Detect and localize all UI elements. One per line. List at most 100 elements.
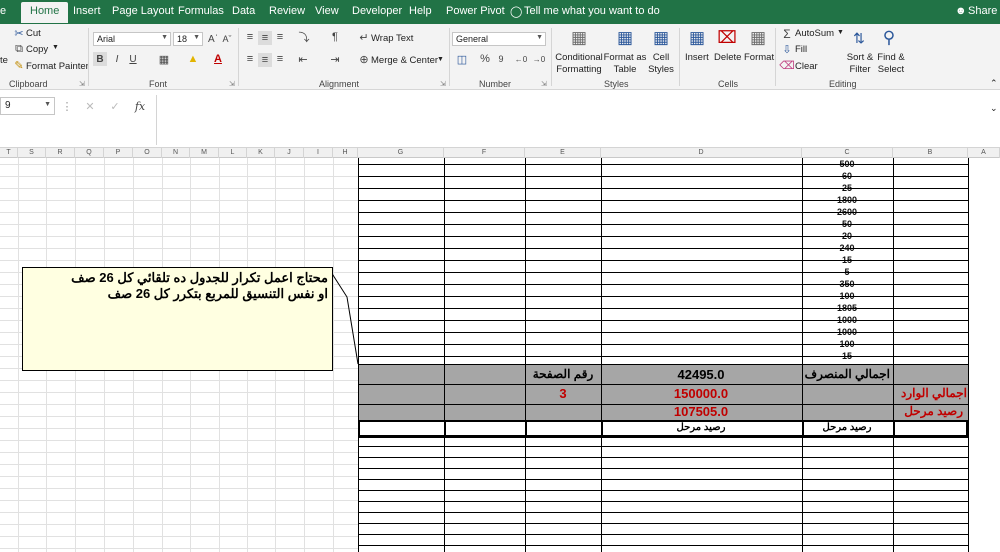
align-middle-icon[interactable]: ≡ [258, 31, 272, 45]
tab-power-pivot[interactable]: Power Pivot [446, 5, 505, 17]
tab-home[interactable]: Home [21, 2, 69, 23]
tab-formulas[interactable]: Formulas [178, 5, 224, 17]
dialog-launcher-icon[interactable]: ⇲ [440, 80, 446, 88]
resize-grip-icon[interactable]: ⋮ [62, 99, 73, 113]
cancel-icon[interactable]: ✕ [84, 99, 96, 113]
column-header-p[interactable]: P [104, 148, 133, 158]
column-header-j[interactable]: J [275, 148, 304, 158]
column-header-h[interactable]: H [333, 148, 358, 158]
formula-bar-area: 9 ▼ ⋮ ✕ ✓ fx ⌄ [0, 90, 1000, 148]
column-header-q[interactable]: Q [75, 148, 104, 158]
font-name-combo[interactable]: Arial ▼ [93, 32, 171, 46]
wrap-text-button[interactable]: Wrap Text [371, 33, 413, 44]
percent-button[interactable]: % [479, 53, 491, 65]
name-box[interactable]: 9 ▼ [0, 97, 55, 115]
borders-icon[interactable]: ▦ [156, 52, 172, 66]
dialog-launcher-icon[interactable]: ⇲ [229, 80, 235, 88]
column-header-b[interactable]: B [893, 148, 968, 158]
carried-balance-row-outline [358, 420, 968, 437]
column-header-d[interactable]: D [601, 148, 802, 158]
tab-insert[interactable]: Insert [73, 5, 101, 17]
number-format-combo[interactable]: General ▼ [452, 32, 546, 46]
font-size-combo[interactable]: 18 ▼ [173, 32, 203, 46]
align-right-icon[interactable]: ≡ [274, 53, 286, 65]
cell-comment-box[interactable]: محتاج اعمل تكرار للجدول ده تلقائي كل 26 … [22, 267, 333, 371]
tab-data[interactable]: Data [232, 5, 255, 17]
column-header-i[interactable]: I [304, 148, 333, 158]
decrease-font-icon[interactable]: Aˇ [221, 32, 233, 46]
increase-indent-icon[interactable]: ⇥ [328, 53, 342, 66]
tab-file[interactable]: e [0, 5, 6, 17]
underline-button[interactable]: U [126, 52, 140, 66]
decrease-indent-icon[interactable]: ⇤ [296, 53, 310, 66]
tab-developer[interactable]: Developer [352, 5, 402, 17]
name-box-value: 9 [5, 100, 11, 111]
insert-function-button[interactable]: fx [133, 99, 147, 113]
format-painter-icon: ✎ [14, 59, 24, 72]
format-cells-button[interactable]: Format [744, 52, 774, 63]
column-header-o[interactable]: O [133, 148, 162, 158]
column-header-a[interactable]: A [968, 148, 1000, 158]
rtl-direction-icon[interactable]: ¶ [328, 31, 342, 43]
chevron-down-icon[interactable]: ▼ [837, 29, 844, 36]
cut-button[interactable]: Cut [26, 28, 41, 39]
cell-styles-button[interactable]: Cell Styles [645, 52, 677, 76]
increase-decimal-icon[interactable]: ←0 [514, 53, 528, 65]
column-header-f[interactable]: F [444, 148, 525, 158]
autosum-button[interactable]: AutoSum [795, 28, 834, 39]
currency-icon[interactable]: ◫ [453, 53, 471, 66]
tell-me-search[interactable]: Tell me what you want to do [524, 5, 660, 17]
share-button[interactable]: Share [968, 5, 997, 17]
italic-button[interactable]: I [110, 52, 124, 66]
column-header-n[interactable]: N [162, 148, 190, 158]
expand-formula-icon[interactable]: ⌄ [990, 103, 998, 114]
column-header-t[interactable]: T [0, 148, 18, 158]
table-row-border [358, 320, 968, 321]
merge-center-button[interactable]: Merge & Center [371, 55, 438, 66]
column-header-g[interactable]: G [358, 148, 444, 158]
orientation-icon[interactable]: ⤵ [296, 31, 312, 44]
chevron-down-icon[interactable]: ▼ [52, 44, 59, 51]
fill-color-icon[interactable]: ▲ [185, 52, 201, 66]
chevron-down-icon[interactable]: ▼ [437, 56, 444, 63]
column-header-m[interactable]: M [190, 148, 219, 158]
delete-cells-button[interactable]: Delete [714, 52, 741, 63]
paste-button[interactable]: te [0, 55, 8, 66]
tab-review[interactable]: Review [269, 5, 305, 17]
format-painter-button[interactable]: Format Painter [26, 61, 89, 72]
column-header-s[interactable]: S [18, 148, 46, 158]
copy-button[interactable]: Copy [26, 44, 48, 55]
tab-help[interactable]: Help [409, 5, 432, 17]
conditional-formatting-button[interactable]: Conditional Formatting [554, 52, 604, 76]
bold-button[interactable]: B [93, 52, 107, 66]
fill-button[interactable]: Fill [795, 44, 807, 55]
dialog-launcher-icon[interactable]: ⇲ [541, 80, 547, 88]
align-left-icon[interactable]: ≡ [244, 53, 256, 65]
chevron-down-icon: ▼ [193, 34, 200, 41]
insert-cells-button[interactable]: Insert [685, 52, 709, 63]
column-header-l[interactable]: L [219, 148, 247, 158]
chevron-down-icon: ▼ [161, 34, 168, 41]
column-header-c[interactable]: C [802, 148, 893, 158]
dialog-launcher-icon[interactable]: ⇲ [79, 80, 85, 88]
font-color-icon[interactable]: A [210, 52, 226, 66]
align-bottom-icon[interactable]: ≡ [274, 31, 286, 43]
formula-input[interactable] [156, 95, 1000, 145]
align-center-icon[interactable]: ≡ [258, 53, 272, 67]
increase-font-icon[interactable]: Aˈ [207, 32, 219, 46]
comma-style-button[interactable]: 9 [496, 53, 506, 65]
tab-page-layout[interactable]: Page Layout [112, 5, 174, 17]
align-top-icon[interactable]: ≡ [244, 31, 256, 43]
decrease-decimal-icon[interactable]: →0 [532, 53, 546, 65]
column-header-e[interactable]: E [525, 148, 601, 158]
format-as-table-button[interactable]: Format as Table [603, 52, 647, 76]
column-header-k[interactable]: K [247, 148, 275, 158]
find-select-button[interactable]: Find & Select [875, 52, 907, 76]
collapse-ribbon-icon[interactable]: ⌃ [990, 78, 998, 89]
tab-view[interactable]: View [315, 5, 339, 17]
sort-filter-button[interactable]: Sort & Filter [845, 52, 875, 76]
column-header-r[interactable]: R [46, 148, 75, 158]
enter-icon[interactable]: ✓ [109, 99, 121, 113]
clear-button[interactable]: Clear [795, 61, 818, 72]
table-row-border [358, 224, 968, 225]
